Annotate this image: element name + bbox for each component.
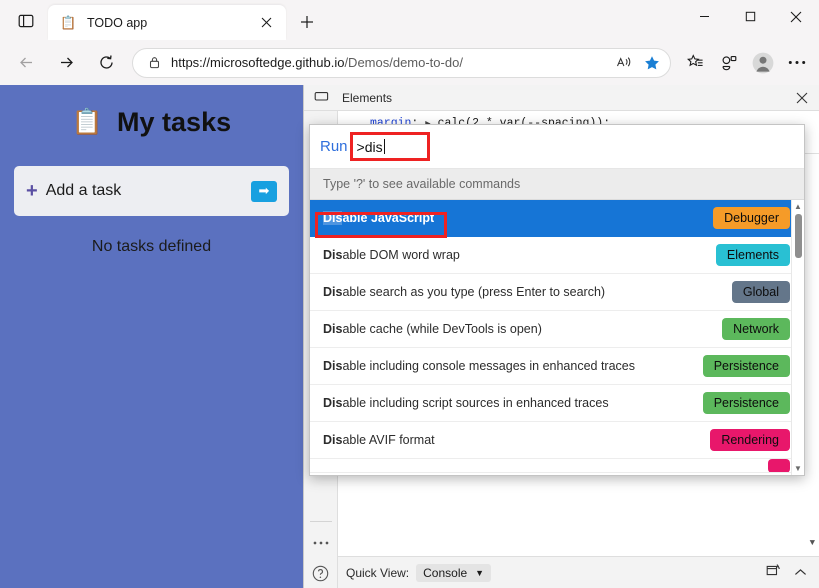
- devtools-panel: Elements: [303, 85, 819, 588]
- devtools-tab-bar: Elements: [304, 85, 819, 111]
- submit-task-button[interactable]: ➡: [251, 181, 277, 202]
- add-task-row[interactable]: + Add a task ➡: [14, 166, 289, 216]
- palette-scrollbar[interactable]: ▲ ▼: [791, 200, 804, 475]
- tab-strip: 📋 TODO app: [0, 0, 819, 40]
- maximize-button[interactable]: [727, 0, 773, 33]
- quick-view-label: Quick View:: [346, 566, 409, 580]
- read-aloud-icon[interactable]: [610, 50, 638, 76]
- command-row-disable-script-sources[interactable]: Disable including script sources in enha…: [310, 385, 804, 422]
- quick-view-bar: Quick View: Console ▼: [338, 556, 819, 588]
- command-results-list[interactable]: Disable JavaScript Debugger Disable DOM …: [310, 200, 804, 475]
- chevron-down-icon: ▼: [475, 568, 484, 578]
- command-hint: Type '?' to see available commands: [310, 169, 804, 200]
- close-window-button[interactable]: [773, 0, 819, 33]
- command-input[interactable]: >dis: [350, 132, 430, 161]
- command-row-disable-console-messages[interactable]: Disable including console messages in en…: [310, 348, 804, 385]
- browser-essentials-icon[interactable]: [713, 47, 745, 79]
- forward-button[interactable]: [49, 46, 83, 80]
- address-bar[interactable]: https://microsoftedge.github.io/Demos/de…: [132, 48, 671, 78]
- url-text: https://microsoftedge.github.io/Demos/de…: [165, 55, 610, 70]
- command-label: Disable search as you type (press Enter …: [323, 285, 605, 299]
- command-badge: [768, 459, 790, 473]
- command-input-row: Run >dis: [310, 125, 804, 169]
- add-task-input[interactable]: Add a task: [46, 182, 251, 200]
- command-label: Disable DOM word wrap: [323, 248, 460, 262]
- command-row-disable-cache[interactable]: Disable cache (while DevTools is open) N…: [310, 311, 804, 348]
- more-tools-icon[interactable]: [307, 528, 335, 558]
- command-palette[interactable]: Run >dis Type '?' to see available comma…: [309, 124, 805, 476]
- devtools-close-icon[interactable]: [789, 86, 815, 110]
- command-badge: Elements: [716, 244, 790, 266]
- todo-app: 📋 My tasks + Add a task ➡ No tasks defin…: [0, 107, 303, 588]
- tab-elements[interactable]: Elements: [334, 86, 400, 110]
- command-badge: Debugger: [713, 207, 790, 229]
- favorite-star-icon[interactable]: [638, 50, 666, 76]
- tab-search-icon[interactable]: [8, 4, 44, 38]
- command-label-rest: able JavaScript: [342, 211, 434, 225]
- scrollbar-thumb[interactable]: [795, 214, 802, 258]
- dock-side-icon[interactable]: [766, 563, 782, 583]
- text-caret: [384, 139, 385, 154]
- scroll-up-arrow-icon[interactable]: ▲: [794, 200, 802, 213]
- command-badge: Persistence: [703, 392, 790, 414]
- command-label: Disable JavaScript: [323, 211, 434, 225]
- help-icon[interactable]: [307, 558, 335, 588]
- url-path: /Demos/demo-to-do/: [344, 55, 463, 70]
- more-options-icon[interactable]: [781, 47, 813, 79]
- command-badge: Persistence: [703, 355, 790, 377]
- quick-view-select[interactable]: Console ▼: [416, 564, 491, 582]
- browser-window: 📋 TODO app: [0, 0, 819, 588]
- collapse-drawer-icon[interactable]: [794, 564, 807, 582]
- empty-state-message: No tasks defined: [14, 238, 289, 256]
- new-tab-button[interactable]: [292, 7, 322, 37]
- close-icon[interactable]: [254, 11, 278, 35]
- quick-view-actions: [766, 563, 811, 583]
- command-badge: Rendering: [710, 429, 790, 451]
- command-label: Disable AVIF format: [323, 433, 435, 447]
- scroll-down-arrow-icon[interactable]: ▼: [794, 462, 802, 475]
- command-row-partial[interactable]: [310, 459, 804, 473]
- navigation-bar: https://microsoftedge.github.io/Demos/de…: [0, 40, 819, 85]
- tab-title: TODO app: [87, 16, 254, 30]
- match-prefix: Dis: [323, 211, 342, 225]
- minimize-button[interactable]: [681, 0, 727, 33]
- lock-icon[interactable]: [143, 52, 165, 74]
- clipboard-icon: 📋: [72, 108, 103, 137]
- back-button[interactable]: [9, 46, 43, 80]
- command-row-disable-dom-word-wrap[interactable]: Disable DOM word wrap Elements: [310, 237, 804, 274]
- reload-button[interactable]: [89, 46, 123, 80]
- command-badge: Network: [722, 318, 790, 340]
- devtools-body: margin: ▶ calc(2 * var(--spacing)); } bo…: [304, 111, 819, 588]
- inspect-element-icon[interactable]: [308, 87, 334, 109]
- run-label: Run: [320, 138, 348, 155]
- profile-avatar-icon[interactable]: [747, 47, 779, 79]
- styles-scroll-down-icon[interactable]: ▼: [810, 535, 815, 552]
- command-row-disable-search-as-you-type[interactable]: Disable search as you type (press Enter …: [310, 274, 804, 311]
- clipboard-favicon: 📋: [60, 14, 77, 31]
- command-label: Disable including script sources in enha…: [323, 396, 609, 410]
- command-input-value: >dis: [357, 139, 383, 155]
- collections-icon[interactable]: [679, 47, 711, 79]
- page-title: 📋 My tasks: [14, 107, 289, 138]
- command-label: Disable including console messages in en…: [323, 359, 635, 373]
- command-badge: Global: [732, 281, 790, 303]
- plus-icon: +: [26, 180, 38, 203]
- rail-divider: [310, 521, 332, 522]
- browser-tab[interactable]: 📋 TODO app: [48, 5, 286, 40]
- window-controls: [681, 0, 819, 40]
- command-label: Disable cache (while DevTools is open): [323, 322, 542, 336]
- quick-view-value: Console: [423, 566, 467, 580]
- url-host: https://microsoftedge.github.io: [171, 55, 344, 70]
- command-row-disable-javascript[interactable]: Disable JavaScript Debugger: [310, 200, 804, 237]
- command-row-disable-avif-format[interactable]: Disable AVIF format Rendering: [310, 422, 804, 459]
- page-title-text: My tasks: [117, 107, 231, 138]
